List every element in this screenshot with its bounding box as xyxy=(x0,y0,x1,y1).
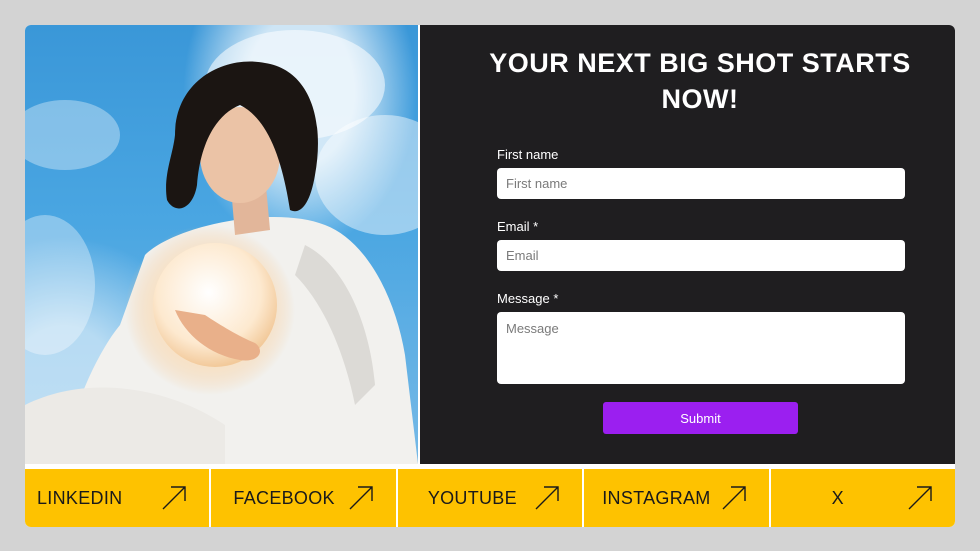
social-link-instagram[interactable]: INSTAGRAM xyxy=(584,469,769,527)
arrow-up-right-icon xyxy=(535,486,559,510)
submit-button[interactable]: Submit xyxy=(603,402,798,434)
first-name-label: First name xyxy=(497,147,559,162)
social-links-bar: LINKEDIN FACEBOOK YOUTUBE INSTAGRAM X xyxy=(25,469,955,527)
social-link-facebook[interactable]: FACEBOOK xyxy=(211,469,396,527)
contact-card: YOUR NEXT BIG SHOT STARTS NOW! First nam… xyxy=(25,25,955,527)
woman-holding-glowing-moon-illustration xyxy=(25,30,418,464)
arrow-up-right-icon xyxy=(908,486,932,510)
message-textarea[interactable] xyxy=(497,312,905,384)
form-title: YOUR NEXT BIG SHOT STARTS NOW! xyxy=(489,48,911,114)
contact-form-panel: YOUR NEXT BIG SHOT STARTS NOW! First nam… xyxy=(420,25,955,464)
social-link-label: INSTAGRAM xyxy=(602,487,711,508)
message-label: Message * xyxy=(497,291,559,306)
first-name-input[interactable] xyxy=(497,168,905,199)
social-link-youtube[interactable]: YOUTUBE xyxy=(397,469,583,527)
arrow-up-right-icon xyxy=(349,486,373,510)
email-input[interactable] xyxy=(497,240,905,271)
social-link-label: FACEBOOK xyxy=(233,487,335,508)
social-link-label: X xyxy=(831,487,844,508)
social-link-label: YOUTUBE xyxy=(427,487,517,508)
social-link-x[interactable]: X xyxy=(770,469,955,527)
social-link-linkedin[interactable]: LINKEDIN xyxy=(25,469,210,527)
social-link-label: LINKEDIN xyxy=(37,487,123,508)
arrow-up-right-icon xyxy=(162,486,187,510)
arrow-up-right-icon xyxy=(722,486,746,510)
email-label: Email * xyxy=(497,219,539,234)
hero-photo xyxy=(25,25,418,464)
